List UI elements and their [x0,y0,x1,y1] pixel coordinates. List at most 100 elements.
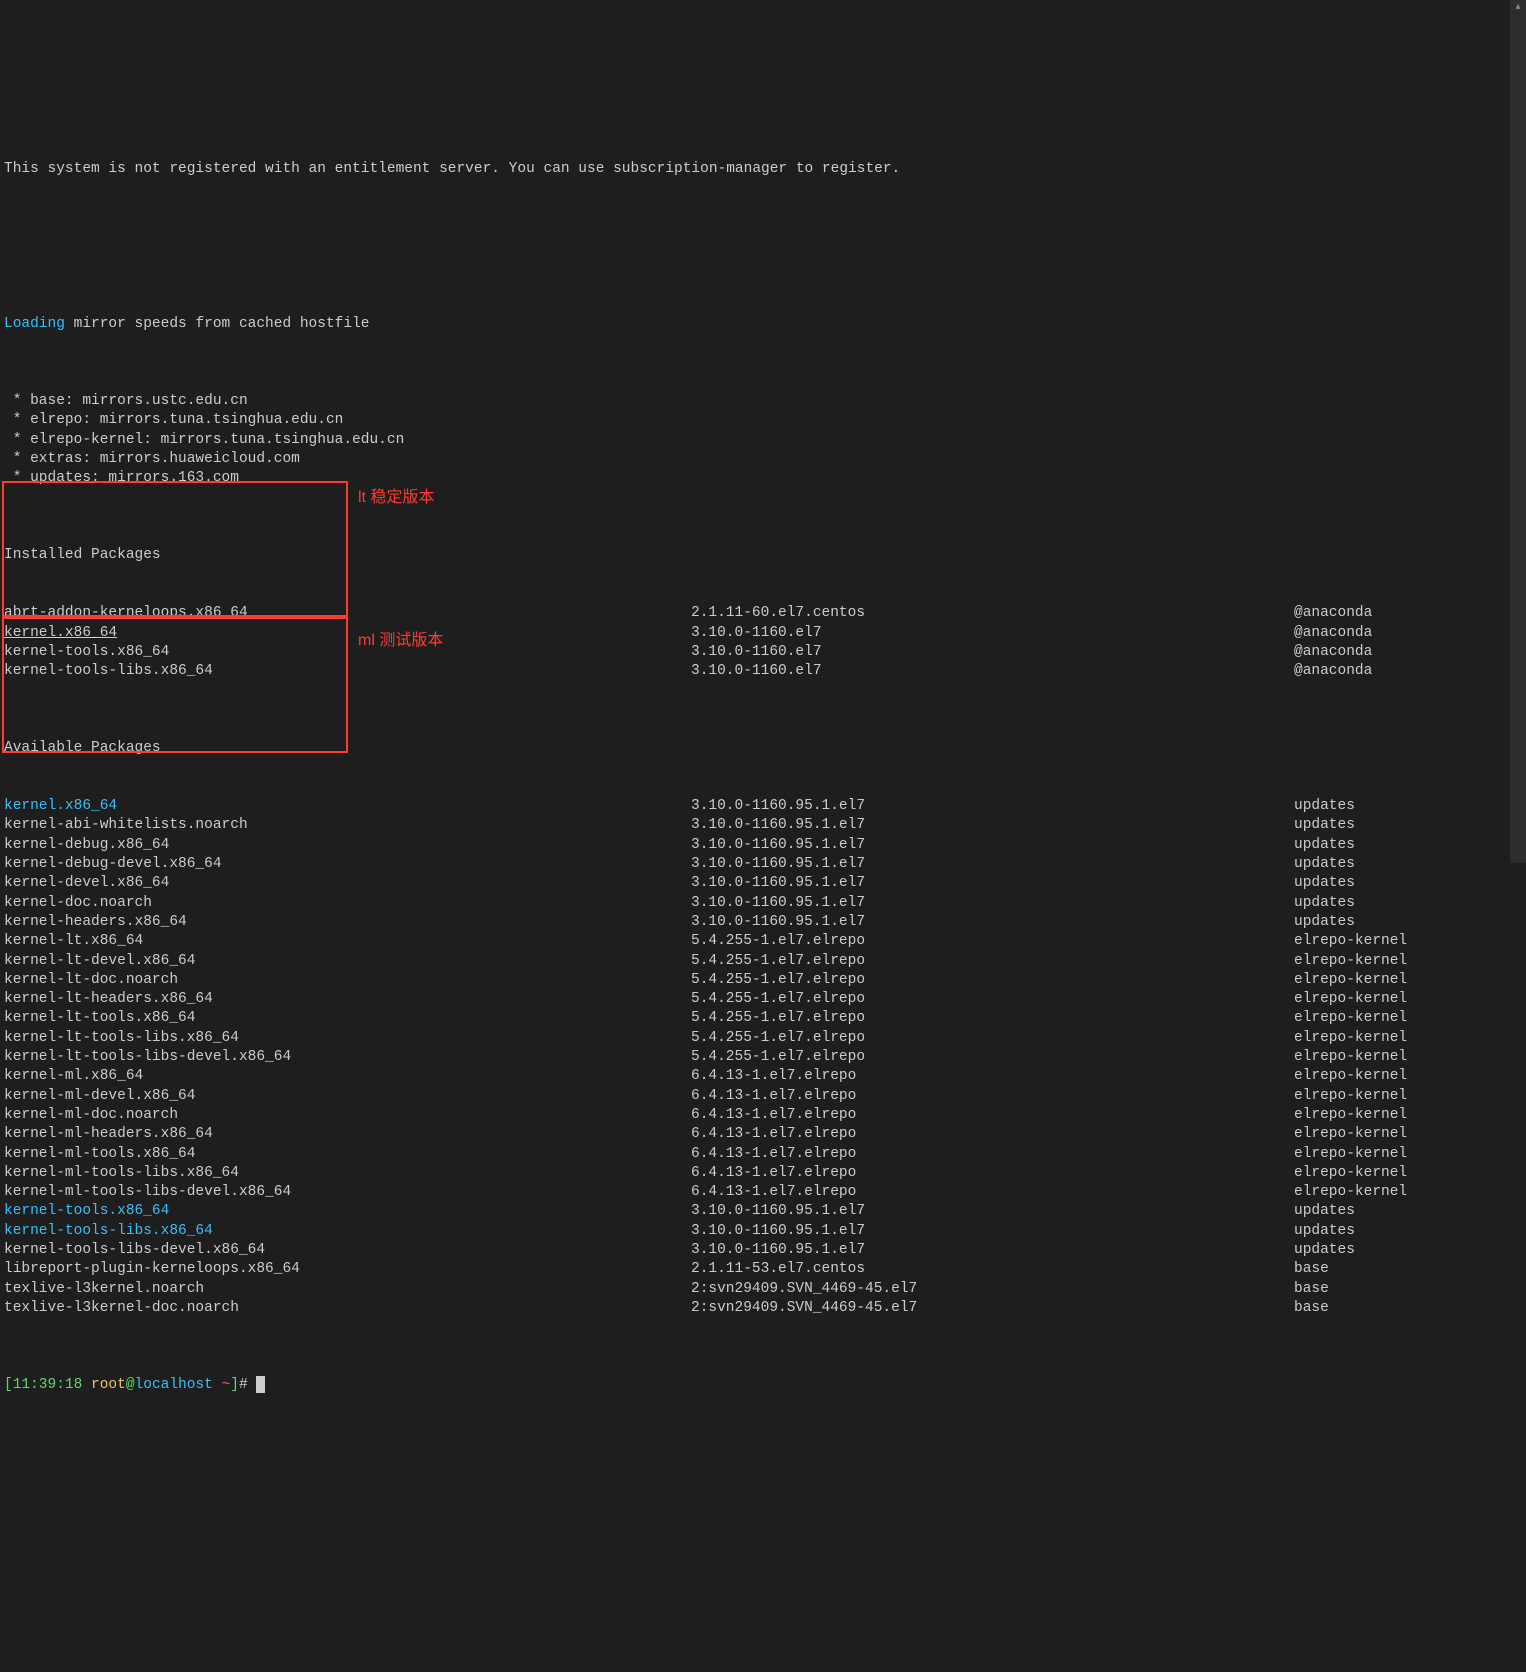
package-version: 3.10.0-1160.95.1.el7 [691,1241,1294,1260]
vertical-scrollbar[interactable]: ▴ [1510,0,1526,863]
package-version: 6.4.13-1.el7.elrepo [691,1125,1294,1144]
package-row: abrt-addon-kerneloops.x86_642.1.11-60.el… [4,604,1522,623]
package-name: kernel.x86_64 [4,797,691,816]
package-version: 6.4.13-1.el7.elrepo [691,1145,1294,1164]
package-row: libreport-plugin-kerneloops.x86_642.1.11… [4,1260,1522,1279]
package-row: kernel-tools.x86_643.10.0-1160.el7@anaco… [4,643,1522,662]
package-name: kernel-ml-devel.x86_64 [4,1087,691,1106]
package-name: abrt-addon-kerneloops.x86_64 [4,604,691,623]
package-row: kernel-lt-tools-libs-devel.x86_645.4.255… [4,1048,1522,1067]
package-repo: updates [1294,855,1355,874]
package-row: kernel-debug-devel.x86_643.10.0-1160.95.… [4,855,1522,874]
package-name: libreport-plugin-kerneloops.x86_64 [4,1260,691,1279]
prompt-path: ~ [222,1377,231,1393]
package-row: texlive-l3kernel.noarch2:svn29409.SVN_44… [4,1280,1522,1299]
package-version: 5.4.255-1.el7.elrepo [691,971,1294,990]
package-version: 5.4.255-1.el7.elrepo [691,1009,1294,1028]
package-name: kernel-abi-whitelists.noarch [4,816,691,835]
package-version: 5.4.255-1.el7.elrepo [691,1048,1294,1067]
package-name: texlive-l3kernel-doc.noarch [4,1299,691,1318]
package-version: 6.4.13-1.el7.elrepo [691,1106,1294,1125]
package-version: 5.4.255-1.el7.elrepo [691,932,1294,951]
package-repo: elrepo-kernel [1294,1087,1407,1106]
package-row: kernel-doc.noarch3.10.0-1160.95.1.el7upd… [4,894,1522,913]
prompt-hash: # [239,1377,256,1393]
header-line: This system is not registered with an en… [4,160,1522,179]
shell-prompt[interactable]: [11:39:18 root@localhost ~]# [4,1376,1522,1395]
package-row: kernel-ml-tools-libs.x86_646.4.13-1.el7.… [4,1164,1522,1183]
package-version: 6.4.13-1.el7.elrepo [691,1087,1294,1106]
package-name: kernel-ml-headers.x86_64 [4,1125,691,1144]
mirror-line: * elrepo-kernel: mirrors.tuna.tsinghua.e… [4,431,1522,450]
mirror-line: * base: mirrors.ustc.edu.cn [4,392,1522,411]
package-version: 2:svn29409.SVN_4469-45.el7 [691,1299,1294,1318]
package-version: 5.4.255-1.el7.elrepo [691,952,1294,971]
scroll-up-icon[interactable]: ▴ [1510,0,1526,16]
package-name: kernel-tools.x86_64 [4,643,691,662]
package-name: kernel-ml-tools-libs-devel.x86_64 [4,1183,691,1202]
package-repo: @anaconda [1294,624,1372,643]
package-row: kernel-headers.x86_643.10.0-1160.95.1.el… [4,913,1522,932]
package-version: 3.10.0-1160.95.1.el7 [691,913,1294,932]
package-version: 3.10.0-1160.95.1.el7 [691,797,1294,816]
package-name: kernel-ml-tools-libs.x86_64 [4,1164,691,1183]
package-row: kernel-lt-tools-libs.x86_645.4.255-1.el7… [4,1029,1522,1048]
prompt-user: root [91,1377,126,1393]
package-version: 3.10.0-1160.95.1.el7 [691,816,1294,835]
package-name: kernel-tools-libs.x86_64 [4,1222,691,1241]
package-version: 5.4.255-1.el7.elrepo [691,1029,1294,1048]
mirror-list: * base: mirrors.ustc.edu.cn * elrepo: mi… [4,392,1522,488]
loading-text: mirror speeds from cached hostfile [65,316,370,332]
package-name: kernel-lt-headers.x86_64 [4,990,691,1009]
package-repo: updates [1294,1222,1355,1241]
package-repo: updates [1294,1202,1355,1221]
package-repo: updates [1294,913,1355,932]
package-row: kernel-tools-libs-devel.x86_643.10.0-116… [4,1241,1522,1260]
package-version: 6.4.13-1.el7.elrepo [691,1067,1294,1086]
package-row: kernel-lt.x86_645.4.255-1.el7.elrepoelre… [4,932,1522,951]
header-block: This system is not registered with an en… [4,122,1522,257]
package-repo: updates [1294,836,1355,855]
package-row: kernel-tools.x86_643.10.0-1160.95.1.el7u… [4,1202,1522,1221]
prompt-bracket-close: ] [230,1377,239,1393]
cursor-block [256,1376,265,1393]
package-name: kernel-lt-devel.x86_64 [4,952,691,971]
package-repo: updates [1294,816,1355,835]
prompt-host: localhost [135,1377,222,1393]
mirror-line: * updates: mirrors.163.com [4,469,1522,488]
package-repo: elrepo-kernel [1294,971,1407,990]
package-row: texlive-l3kernel-doc.noarch2:svn29409.SV… [4,1299,1522,1318]
package-repo: elrepo-kernel [1294,1067,1407,1086]
package-name: kernel-lt-tools-libs.x86_64 [4,1029,691,1048]
package-name: kernel-ml-tools.x86_64 [4,1145,691,1164]
package-version: 3.10.0-1160.el7 [691,624,1294,643]
package-row: kernel-ml.x86_646.4.13-1.el7.elrepoelrep… [4,1067,1522,1086]
package-row: kernel-lt-devel.x86_645.4.255-1.el7.elre… [4,952,1522,971]
package-row: kernel-lt-doc.noarch5.4.255-1.el7.elrepo… [4,971,1522,990]
package-version: 3.10.0-1160.95.1.el7 [691,1202,1294,1221]
package-row: kernel-devel.x86_643.10.0-1160.95.1.el7u… [4,874,1522,893]
package-row: kernel-lt-headers.x86_645.4.255-1.el7.el… [4,990,1522,1009]
package-name: kernel-debug.x86_64 [4,836,691,855]
package-repo: updates [1294,874,1355,893]
package-repo: @anaconda [1294,604,1372,623]
package-repo: elrepo-kernel [1294,932,1407,951]
terminal-output[interactable]: This system is not registered with an en… [0,77,1526,1536]
package-row: kernel-ml-headers.x86_646.4.13-1.el7.elr… [4,1125,1522,1144]
package-repo: base [1294,1299,1329,1318]
loading-line: Loading mirror speeds from cached hostfi… [4,315,1522,334]
available-packages: kernel.x86_643.10.0-1160.95.1.el7updates… [4,797,1522,1318]
package-name: kernel-tools-libs-devel.x86_64 [4,1241,691,1260]
package-repo: updates [1294,1241,1355,1260]
package-version: 3.10.0-1160.el7 [691,643,1294,662]
installed-heading: Installed Packages [4,546,1522,565]
package-name: kernel-tools.x86_64 [4,1202,691,1221]
package-name: texlive-l3kernel.noarch [4,1280,691,1299]
package-name: kernel-ml.x86_64 [4,1067,691,1086]
package-row: kernel-lt-tools.x86_645.4.255-1.el7.elre… [4,1009,1522,1028]
package-repo: updates [1294,797,1355,816]
package-repo: base [1294,1280,1329,1299]
package-version: 6.4.13-1.el7.elrepo [691,1164,1294,1183]
installed-packages: abrt-addon-kerneloops.x86_642.1.11-60.el… [4,604,1522,681]
package-version: 3.10.0-1160.95.1.el7 [691,1222,1294,1241]
